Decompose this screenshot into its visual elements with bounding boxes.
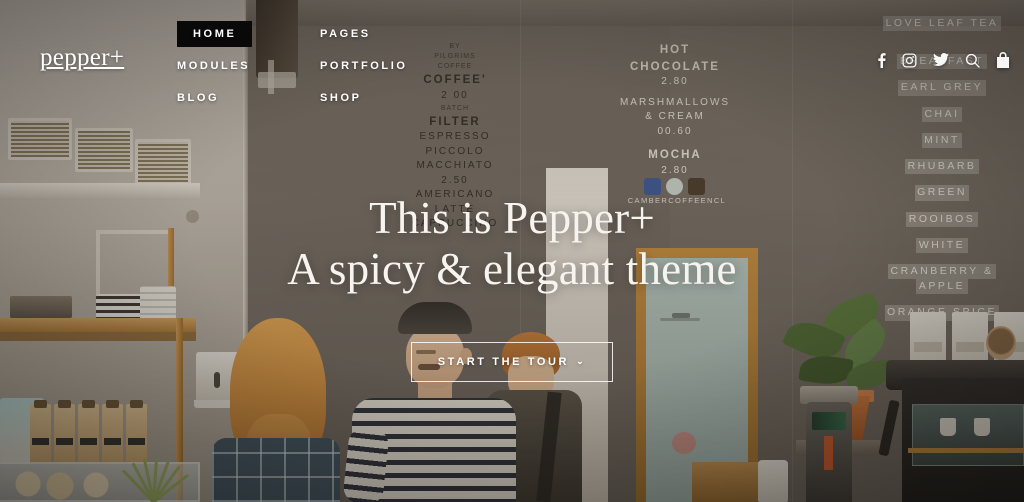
chevron-down-icon: ⌄: [576, 356, 587, 366]
nav-column-left: HOME MODULES BLOG: [177, 21, 253, 117]
nav-item-modules[interactable]: MODULES: [177, 53, 252, 79]
hero-line-1: This is Pepper+: [369, 193, 655, 243]
header-tools: [877, 52, 1010, 68]
site-logo[interactable]: pepper+: [40, 44, 124, 72]
twitter-icon[interactable]: [933, 53, 949, 67]
start-the-tour-button[interactable]: START THE TOUR ⌄: [410, 342, 614, 382]
instagram-icon[interactable]: [902, 52, 917, 68]
cta-label: START THE TOUR: [437, 356, 570, 368]
nav-item-blog[interactable]: BLOG: [177, 85, 252, 111]
nav-item-home[interactable]: HOME: [177, 21, 253, 47]
facebook-icon[interactable]: [877, 52, 886, 68]
nav-column-right: PAGES PORTFOLIO SHOP: [320, 21, 408, 117]
nav-item-portfolio[interactable]: PORTFOLIO: [320, 53, 408, 79]
hero-line-2: A spicy & elegant theme: [287, 244, 737, 294]
nav-item-shop[interactable]: SHOP: [320, 85, 408, 111]
nav-item-pages[interactable]: PAGES: [320, 21, 408, 47]
hero-heading: This is Pepper+ A spicy & elegant theme: [0, 196, 1024, 299]
site-overlay: pepper+ HOME MODULES BLOG PAGES PORTFOLI…: [0, 0, 1024, 502]
hero-screenshot: BYPILGRIMSCOFFEE COFFEE' 2 00 BATCH FILT…: [0, 0, 1024, 502]
hero-cta-wrap: START THE TOUR ⌄: [0, 342, 1024, 382]
search-icon[interactable]: [965, 53, 980, 68]
shopping-bag-icon[interactable]: [996, 52, 1010, 68]
